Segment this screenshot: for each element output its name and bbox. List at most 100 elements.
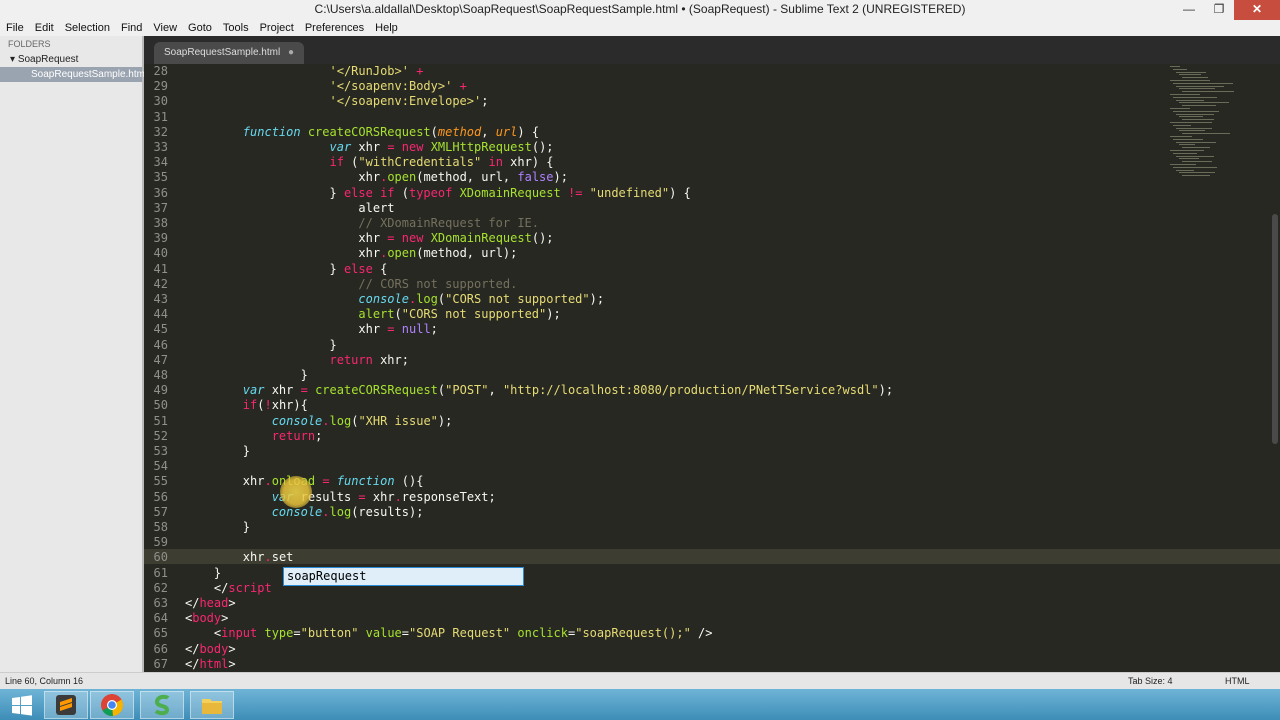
code-line[interactable]: } <box>185 444 250 459</box>
code-line[interactable]: xhr = null; <box>185 322 438 337</box>
line-number: 29 <box>153 79 168 94</box>
code-line[interactable]: return; <box>185 429 323 444</box>
menu-selection[interactable]: Selection <box>59 20 115 36</box>
menu-edit[interactable]: Edit <box>29 20 59 36</box>
code-line[interactable]: } <box>185 338 336 353</box>
code-line[interactable]: // XDomainRequest for IE. <box>185 216 539 231</box>
code-line[interactable]: // CORS not supported. <box>185 277 517 292</box>
minimap-line <box>1182 105 1216 107</box>
code-line[interactable]: } else { <box>185 262 387 277</box>
chrome-icon[interactable] <box>90 691 134 719</box>
line-number: 57 <box>153 504 168 519</box>
line-number: 44 <box>153 307 168 322</box>
line-number: 49 <box>153 383 168 398</box>
line-number: 52 <box>153 428 168 443</box>
line-number: 55 <box>153 474 168 489</box>
line-number: 48 <box>153 368 168 382</box>
code-line[interactable]: xhr.set <box>185 550 294 565</box>
tab-size[interactable]: Tab Size: 4 <box>1128 676 1173 686</box>
code-line[interactable]: '</RunJob>' + <box>185 64 424 79</box>
code-line[interactable]: var results = xhr.responseText; <box>185 490 496 505</box>
line-number: 51 <box>153 413 168 428</box>
code-line[interactable]: if ("withCredentials" in xhr) { <box>185 155 554 170</box>
menu-find[interactable]: Find <box>115 20 147 36</box>
code-line[interactable]: } <box>185 566 221 581</box>
file-explorer-icon[interactable] <box>190 691 234 719</box>
code-line[interactable]: '</soapenv:Body>' + <box>185 79 467 94</box>
code-line[interactable]: var xhr = new XMLHttpRequest(); <box>185 140 554 155</box>
code-line[interactable]: </script <box>185 581 272 596</box>
line-number: 33 <box>153 140 168 154</box>
code-line[interactable]: if(!xhr){ <box>185 398 308 413</box>
syntax-mode[interactable]: HTML <box>1225 676 1250 686</box>
menu-file[interactable]: File <box>0 20 29 36</box>
menu-view[interactable]: View <box>147 20 182 36</box>
sublime-text-icon[interactable] <box>44 691 88 719</box>
line-number: 63 <box>153 596 168 610</box>
code-line[interactable]: alert <box>185 201 394 216</box>
code-editor[interactable]: 28 29 30 31 32 33 34 35 36 37 38 39 40 4… <box>144 64 1280 672</box>
line-number: 34 <box>153 155 168 170</box>
minimap-line <box>1173 166 1217 168</box>
sidebar-file[interactable]: SoapRequestSample.html <box>0 67 147 82</box>
minimap-line <box>1179 172 1215 174</box>
menu-tools[interactable]: Tools <box>217 20 254 36</box>
minimap-line <box>1179 130 1205 132</box>
code-line[interactable]: xhr.open(method, url); <box>185 246 517 261</box>
line-number: 53 <box>153 444 168 458</box>
close-button[interactable]: ✕ <box>1234 0 1280 20</box>
autocomplete-item[interactable]: soapRequest <box>284 569 366 583</box>
code-line[interactable]: console.log(results); <box>185 505 424 520</box>
menu-project[interactable]: Project <box>254 20 299 36</box>
code-line[interactable]: </head> <box>185 596 236 611</box>
minimap-line <box>1182 161 1212 163</box>
code-line[interactable]: console.log("CORS not supported"); <box>185 292 604 307</box>
maximize-button[interactable]: ❐ <box>1204 0 1234 20</box>
code-line[interactable]: <input type="button" value="SOAP Request… <box>185 626 713 641</box>
tab-soaprequestsample[interactable]: SoapRequestSample.html ● <box>154 42 304 64</box>
autocomplete-popup[interactable]: soapRequest <box>283 567 524 586</box>
minimap-line <box>1179 116 1203 118</box>
window-title: C:\Users\a.aldallal\Desktop\SoapRequest\… <box>314 2 966 16</box>
code-line[interactable]: function createCORSRequest(method, url) … <box>185 125 539 140</box>
folders-header: FOLDERS <box>8 39 51 49</box>
menu-help[interactable]: Help <box>369 20 403 36</box>
line-number-gutter: 28 29 30 31 32 33 34 35 36 37 38 39 40 4… <box>144 64 180 672</box>
line-number: 45 <box>153 322 168 337</box>
code-line[interactable]: } <box>185 520 250 535</box>
code-line[interactable]: '</soapenv:Envelope>'; <box>185 94 489 109</box>
line-number: 28 <box>153 64 168 78</box>
code-line[interactable]: alert("CORS not supported"); <box>185 307 560 322</box>
minimize-button[interactable]: — <box>1174 0 1204 20</box>
menu-preferences[interactable]: Preferences <box>299 20 369 36</box>
menu-goto[interactable]: Goto <box>182 20 217 36</box>
minimap[interactable] <box>1166 64 1266 184</box>
code-line[interactable]: console.log("XHR issue"); <box>185 414 453 429</box>
code-line[interactable]: return xhr; <box>185 353 409 368</box>
code-line[interactable]: } <box>185 368 308 383</box>
unsaved-dot-icon[interactable]: ● <box>288 42 294 64</box>
code-line[interactable]: </body> <box>185 642 236 657</box>
code-line[interactable]: <body> <box>185 611 228 626</box>
green-s-app-icon[interactable] <box>140 691 184 719</box>
code-line[interactable]: xhr.open(method, url, false); <box>185 170 568 185</box>
line-number: 40 <box>153 246 168 261</box>
vertical-scrollbar[interactable] <box>1272 214 1278 444</box>
sidebar-folder[interactable]: ▾ SoapRequest <box>0 52 142 67</box>
windows-start-icon[interactable] <box>0 691 44 719</box>
mouse-cursor-highlight <box>280 476 312 508</box>
minimap-line <box>1173 82 1233 84</box>
code-line[interactable]: var xhr = createCORSRequest("POST", "htt… <box>185 383 893 398</box>
code-line[interactable]: } else if (typeof XDomainRequest != "und… <box>185 186 690 201</box>
window-controls: — ❐ ✕ <box>1174 0 1280 20</box>
cursor-position: Line 60, Column 16 <box>5 676 84 686</box>
minimap-line <box>1179 88 1215 90</box>
status-bar: Line 60, Column 16 Tab Size: 4 HTML <box>0 672 1280 690</box>
menu-bar: File Edit Selection Find View Goto Tools… <box>0 20 1280 36</box>
code-line[interactable]: </html> <box>185 657 236 672</box>
line-number: 59 <box>153 535 168 550</box>
code-line[interactable]: xhr = new XDomainRequest(); <box>185 231 553 246</box>
line-number: 58 <box>153 520 168 534</box>
minimap-line <box>1173 152 1197 154</box>
line-number: 47 <box>153 352 168 367</box>
